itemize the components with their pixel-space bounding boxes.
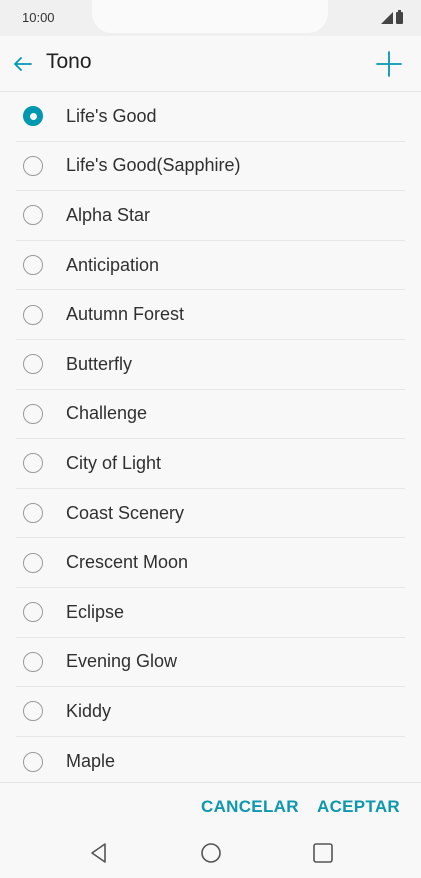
display-notch bbox=[92, 0, 328, 33]
nav-recents-icon[interactable] bbox=[312, 842, 334, 864]
ringtone-option[interactable]: Butterfly bbox=[16, 340, 405, 390]
nav-back-icon[interactable] bbox=[88, 841, 110, 865]
ringtone-option[interactable]: Alpha Star bbox=[16, 191, 405, 241]
ringtone-option[interactable]: Challenge bbox=[16, 390, 405, 440]
status-time: 10:00 bbox=[22, 10, 55, 25]
radio-unchecked-icon[interactable] bbox=[23, 503, 43, 524]
ringtone-option[interactable]: City of Light bbox=[16, 439, 405, 489]
status-icons bbox=[381, 10, 403, 24]
radio-unchecked-icon[interactable] bbox=[23, 453, 43, 474]
page-title: Tono bbox=[46, 50, 92, 73]
ringtone-label: Challenge bbox=[66, 403, 148, 424]
radio-unchecked-icon[interactable] bbox=[23, 354, 43, 375]
ringtone-label: Coast Scenery bbox=[66, 502, 185, 523]
signal-icon bbox=[381, 12, 393, 24]
back-button[interactable] bbox=[10, 51, 36, 77]
ringtone-option[interactable]: Autumn Forest bbox=[16, 290, 405, 340]
screen: 10:00 Tono Life's Good Life's Good(Sapphi… bbox=[0, 0, 421, 878]
radio-unchecked-icon[interactable] bbox=[23, 701, 43, 722]
app-bar: Tono bbox=[0, 36, 421, 92]
radio-unchecked-icon[interactable] bbox=[23, 255, 43, 276]
ringtone-option[interactable]: Life's Good(Sapphire) bbox=[16, 142, 405, 192]
ringtone-option[interactable]: Coast Scenery bbox=[16, 489, 405, 539]
radio-unchecked-icon[interactable] bbox=[23, 552, 43, 573]
back-arrow-icon bbox=[14, 57, 32, 71]
plus-icon bbox=[376, 51, 402, 77]
radio-unchecked-icon[interactable] bbox=[23, 751, 43, 772]
status-bar: 10:00 bbox=[0, 0, 421, 36]
ringtone-label: Maple bbox=[66, 751, 116, 772]
radio-unchecked-icon[interactable] bbox=[23, 205, 43, 226]
radio-unchecked-icon[interactable] bbox=[23, 304, 43, 325]
dialog-actions: CANCELAR ACEPTAR bbox=[0, 782, 421, 830]
add-ringtone-button[interactable] bbox=[375, 50, 403, 78]
ringtone-option[interactable]: Kiddy bbox=[16, 687, 405, 737]
ringtone-label: Anticipation bbox=[66, 254, 160, 275]
ringtone-label: Butterfly bbox=[66, 353, 133, 374]
ringtone-list: Life's Good Life's Good(Sapphire) Alpha St… bbox=[0, 92, 421, 782]
radio-unchecked-icon[interactable] bbox=[23, 602, 43, 623]
radio-checked-icon[interactable] bbox=[23, 106, 43, 127]
ringtone-option[interactable]: Maple bbox=[16, 737, 405, 782]
ringtone-option[interactable]: Life's Good bbox=[16, 92, 405, 142]
nav-home-icon[interactable] bbox=[200, 842, 222, 864]
ringtone-option[interactable]: Evening Glow bbox=[16, 638, 405, 688]
ringtone-label: Autumn Forest bbox=[66, 304, 185, 325]
radio-unchecked-icon[interactable] bbox=[23, 651, 43, 672]
ringtone-label: Eclipse bbox=[66, 601, 125, 622]
accept-button[interactable]: ACEPTAR bbox=[317, 797, 400, 817]
ringtone-label: Life's Good bbox=[66, 105, 157, 126]
ringtone-label: City of Light bbox=[66, 452, 162, 473]
radio-unchecked-icon[interactable] bbox=[23, 403, 43, 424]
ringtone-option[interactable]: Anticipation bbox=[16, 241, 405, 291]
ringtone-label: Evening Glow bbox=[66, 651, 178, 672]
ringtone-label: Life's Good(Sapphire) bbox=[66, 155, 241, 176]
system-nav-bar bbox=[0, 830, 421, 878]
radio-unchecked-icon[interactable] bbox=[23, 155, 43, 176]
ringtone-option[interactable]: Crescent Moon bbox=[16, 538, 405, 588]
ringtone-label: Crescent Moon bbox=[66, 552, 189, 573]
battery-icon bbox=[396, 10, 403, 24]
ringtone-option[interactable]: Eclipse bbox=[16, 588, 405, 638]
ringtone-label: Kiddy bbox=[66, 700, 112, 721]
cancel-button[interactable]: CANCELAR bbox=[201, 797, 299, 817]
ringtone-label: Alpha Star bbox=[66, 204, 151, 225]
